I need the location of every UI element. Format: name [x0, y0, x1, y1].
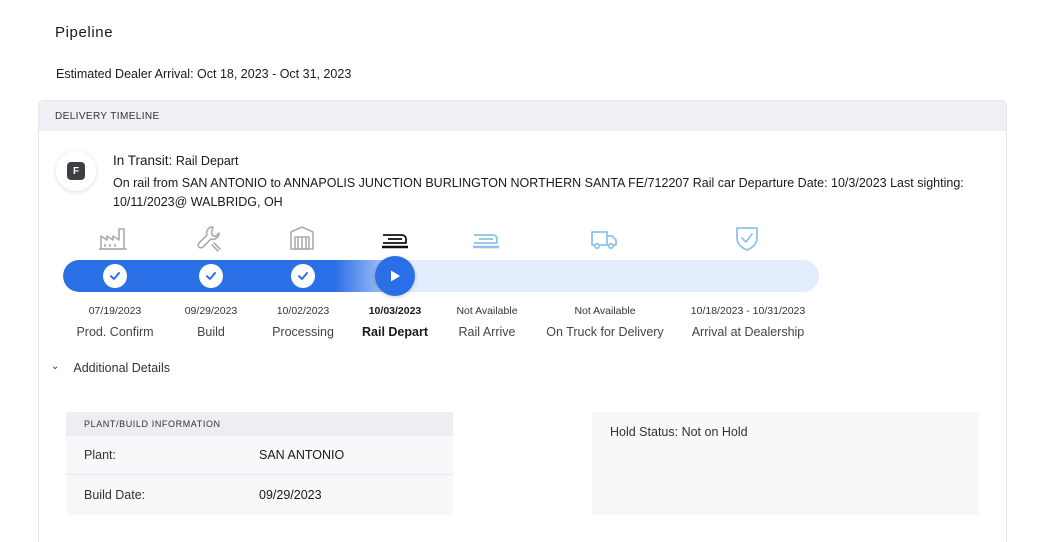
delivery-timeline-card: DELIVERY TIMELINE F In Transit: Rail Dep…: [38, 100, 1007, 542]
truck-icon: [589, 223, 619, 253]
build-date-label: Build Date:: [84, 487, 146, 502]
processing-icon: [287, 223, 317, 253]
build-date-row: Build Date: 09/29/2023: [66, 475, 453, 514]
step-complete-check-icon: [291, 264, 315, 288]
plant-build-info: PLANT/BUILD INFORMATION Plant: SAN ANTON…: [66, 412, 453, 515]
shield-check-icon: [732, 223, 762, 253]
status-label: In Transit:: [113, 153, 173, 168]
hold-status-panel: Hold Status: Not on Hold: [592, 412, 979, 515]
plant-row: Plant: SAN ANTONIO: [66, 436, 453, 475]
estimated-arrival: Estimated Dealer Arrival: Oct 18, 2023 -…: [56, 67, 352, 81]
build-date-value: 09/29/2023: [259, 487, 322, 502]
plant-value: SAN ANTONIO: [259, 448, 345, 462]
page-title: Pipeline: [55, 24, 114, 41]
status-line: In Transit: Rail Depart: [113, 153, 238, 168]
step-current-play-icon: [375, 256, 415, 296]
rail-arrive-icon: [471, 223, 501, 253]
step-label-on-truck: On Truck for Delivery: [546, 325, 664, 339]
step-complete-check-icon: [103, 264, 127, 288]
step-date-on-truck: Not Available: [574, 305, 636, 317]
step-date-arrival: 10/18/2023 - 10/31/2023: [690, 305, 806, 317]
step-complete-check-icon: [199, 264, 223, 288]
factory-icon: [98, 223, 128, 253]
step-label-arrival: Arrival at Dealership: [691, 325, 805, 339]
brand-badge: F: [56, 151, 96, 191]
progress-track: [63, 260, 819, 292]
additional-details-label: Additional Details: [73, 361, 170, 375]
additional-details-toggle[interactable]: ⌄ Additional Details: [51, 360, 170, 376]
status-value: Rail Depart: [175, 154, 239, 168]
status-description: On rail from SAN ANTONIO to ANNAPOLIS JU…: [113, 176, 964, 209]
hold-status: Hold Status: Not on Hold: [610, 425, 748, 439]
plant-label: Plant:: [84, 448, 116, 462]
wrench-icon: [195, 223, 225, 253]
brand-badge-letter: F: [67, 162, 85, 180]
chevron-down-icon: ⌄: [51, 360, 60, 372]
card-header: DELIVERY TIMELINE: [39, 101, 1006, 131]
plant-build-header: PLANT/BUILD INFORMATION: [66, 412, 453, 436]
rail-depart-icon: [380, 223, 410, 253]
